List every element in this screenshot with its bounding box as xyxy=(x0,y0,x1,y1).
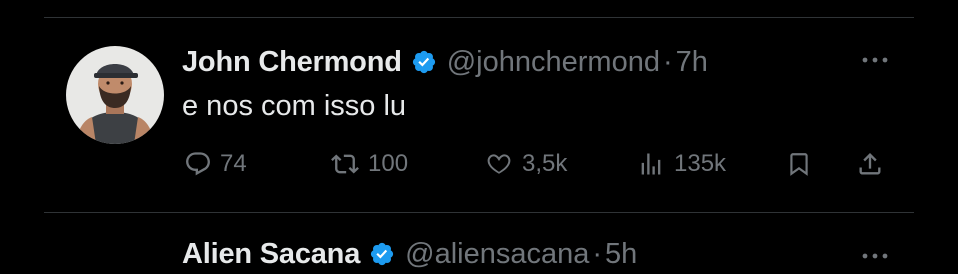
next-tweet[interactable]: Alien Sacana @aliensacana · 5h xyxy=(0,0,958,270)
next-separator-dot: · xyxy=(592,237,603,270)
next-tweet-header: Alien Sacana @aliensacana · 5h xyxy=(182,234,637,274)
next-display-name[interactable]: Alien Sacana xyxy=(182,238,360,271)
verified-badge-icon xyxy=(371,242,394,266)
next-handle[interactable]: @aliensacana xyxy=(405,238,589,271)
next-timestamp[interactable]: 5h xyxy=(605,238,637,271)
more-dots-icon[interactable] xyxy=(858,246,892,266)
